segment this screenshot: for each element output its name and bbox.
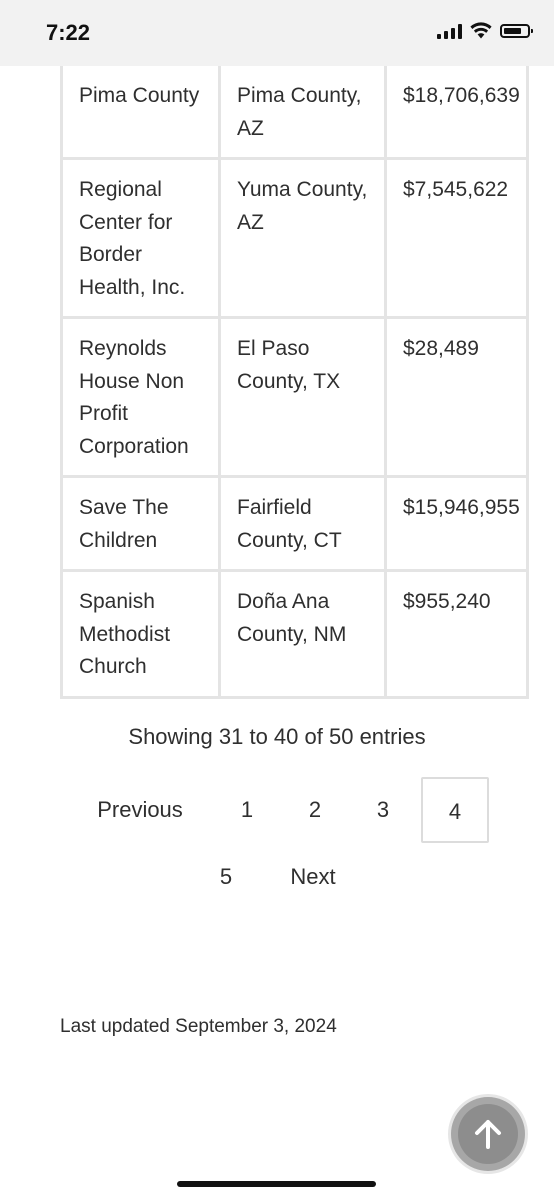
location-cell: Pima County, AZ <box>218 66 387 160</box>
amount-cell: $18,706,639 <box>384 66 529 160</box>
page-button-2[interactable]: 2 <box>283 777 347 843</box>
location-cell: Fairfield County, CT <box>218 475 387 572</box>
amount-cell: $15,946,955 <box>384 475 529 572</box>
amount-cell: $28,489 <box>384 316 529 478</box>
table-row: Pima County Pima County, AZ $18,706,639 <box>60 66 529 160</box>
home-indicator[interactable] <box>177 1181 376 1187</box>
previous-button[interactable]: Previous <box>79 777 201 843</box>
battery-icon <box>500 23 533 38</box>
table-row: Reynolds House Non Profit Corporation El… <box>60 316 529 478</box>
page-button-4-current[interactable]: 4 <box>421 777 489 843</box>
table-info: Showing 31 to 40 of 50 entries <box>128 724 426 749</box>
location-cell: Doña Ana County, NM <box>218 569 387 699</box>
scroll-to-top-inner <box>458 1104 518 1164</box>
cellular-signal-icon <box>437 23 462 39</box>
wifi-icon <box>470 22 492 39</box>
recipient-cell: Pima County <box>60 66 221 160</box>
recipient-cell: Save The Children <box>60 475 221 572</box>
table-row: Regional Center for Border Health, Inc. … <box>60 157 529 319</box>
page-button-1[interactable]: 1 <box>215 777 279 843</box>
arrow-up-icon <box>475 1120 501 1149</box>
recipient-cell: Spanish Methodist Church <box>60 569 221 699</box>
recipient-cell: Regional Center for Border Health, Inc. <box>60 157 221 319</box>
amount-cell: $955,240 <box>384 569 529 699</box>
table-row: Spanish Methodist Church Doña Ana County… <box>60 569 529 699</box>
page-button-3[interactable]: 3 <box>351 777 415 843</box>
next-button[interactable]: Next <box>271 844 355 910</box>
scroll-to-top-button[interactable] <box>451 1097 525 1171</box>
grants-table: Pima County Pima County, AZ $18,706,639 … <box>60 66 529 699</box>
recipient-cell: Reynolds House Non Profit Corporation <box>60 316 221 478</box>
status-time: 7:22 <box>46 20 91 45</box>
location-cell: Yuma County, AZ <box>218 157 387 319</box>
table-row: Save The Children Fairfield County, CT $… <box>60 475 529 572</box>
grants-table-container: Pima County Pima County, AZ $18,706,639 … <box>60 66 529 699</box>
last-updated: Last updated September 3, 2024 <box>60 1016 337 1037</box>
amount-cell: $7,545,622 <box>384 157 529 319</box>
location-cell: El Paso County, TX <box>218 316 387 478</box>
status-bar: 7:22 <box>0 0 554 66</box>
page-button-5[interactable]: 5 <box>194 844 258 910</box>
status-icons <box>437 22 533 39</box>
